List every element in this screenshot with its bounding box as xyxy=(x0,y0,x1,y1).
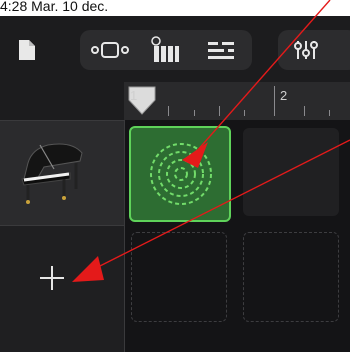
annotation-arrow-cell xyxy=(195,0,331,153)
annotation-arrowhead xyxy=(182,142,208,168)
annotation-arrow-add xyxy=(91,139,350,271)
annotation-overlay xyxy=(72,0,350,282)
annotation-arrowhead xyxy=(72,256,104,282)
